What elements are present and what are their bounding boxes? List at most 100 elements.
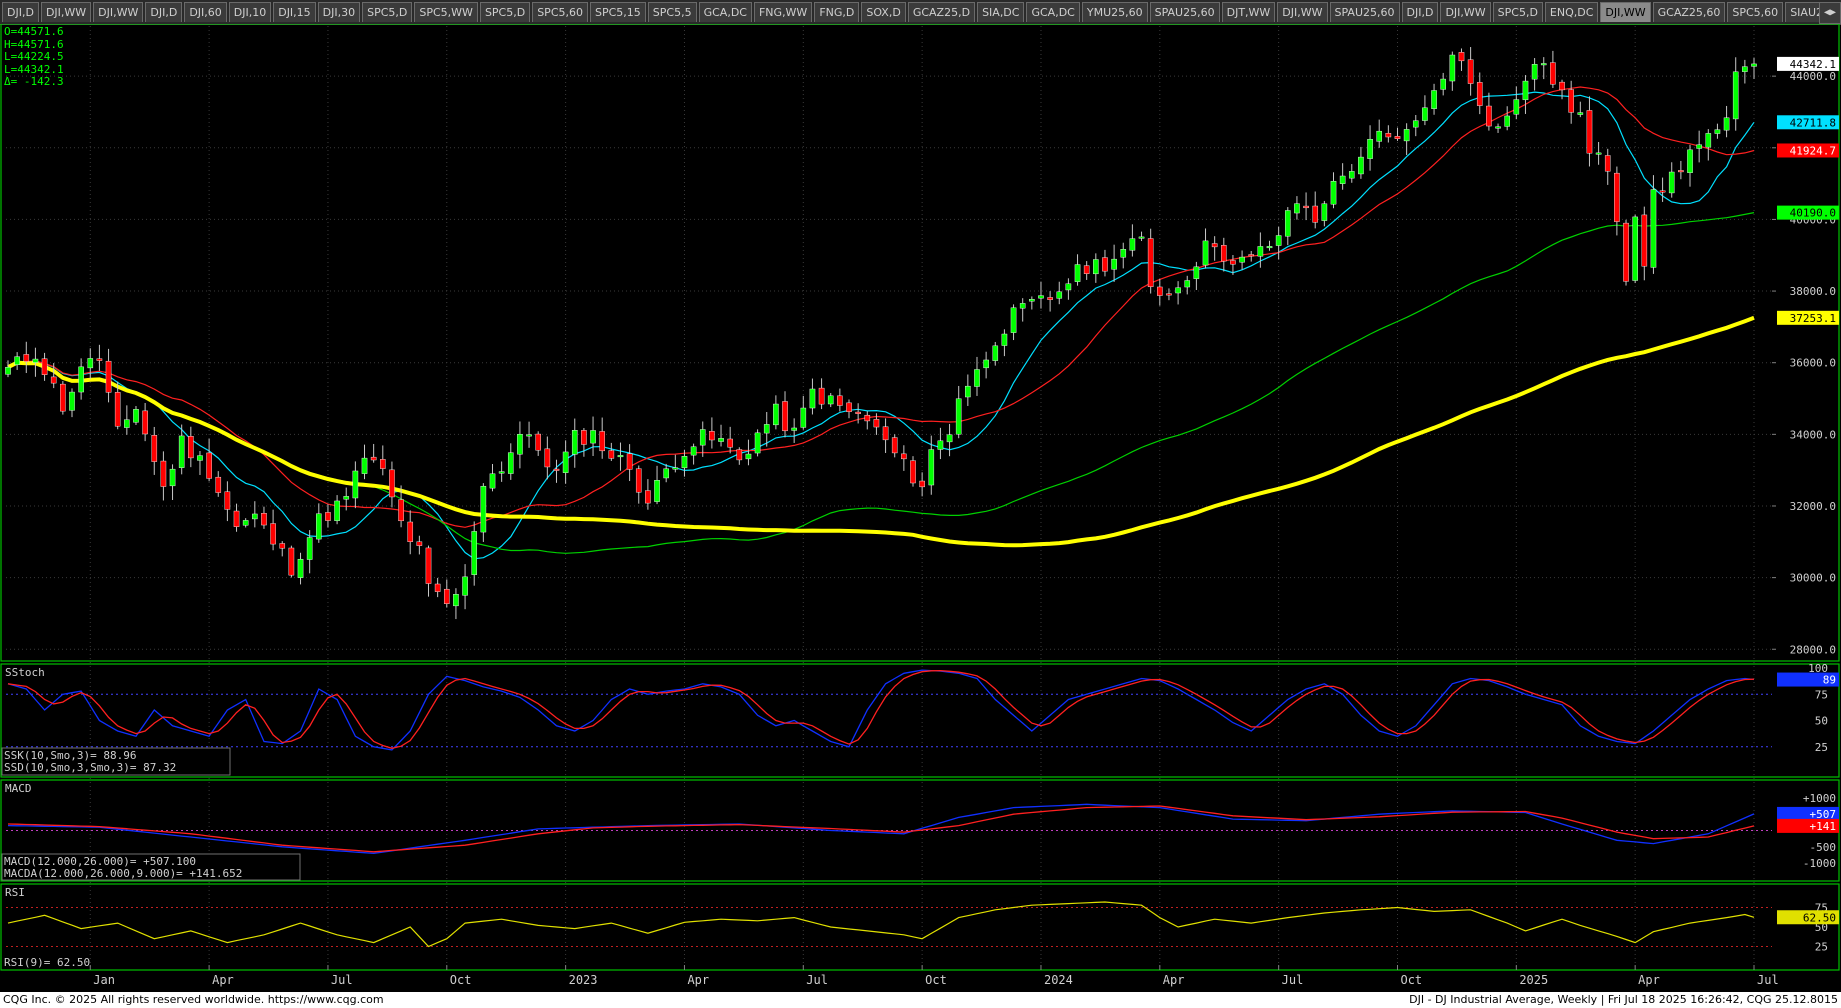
tab-dji-15[interactable]: DJI,15 — [273, 2, 316, 22]
tab-gca-dc[interactable]: GCA,DC — [1026, 2, 1080, 22]
candle-body — [581, 430, 587, 445]
candle-body — [1412, 120, 1419, 128]
tab-dji-ww[interactable]: DJI,WW — [1600, 2, 1651, 22]
candle-body — [1732, 71, 1739, 120]
candle-body — [1083, 265, 1090, 274]
tab-spau25-60[interactable]: SPAU25,60 — [1329, 2, 1400, 22]
candle-body — [800, 407, 807, 428]
candle-body — [1705, 133, 1712, 148]
tab-dji-30[interactable]: DJI,30 — [317, 2, 361, 22]
tab-dji-ww[interactable]: DJI,WW — [40, 2, 92, 22]
candle-body — [1504, 115, 1510, 127]
candle-body — [1376, 130, 1383, 142]
candle-body — [1093, 259, 1099, 275]
candle-body — [462, 576, 468, 596]
candle-body — [1440, 78, 1446, 90]
candle-body — [334, 500, 340, 521]
tab-dji-d[interactable]: DJI,D — [1401, 2, 1439, 22]
candle-body — [1230, 260, 1236, 265]
candle-body — [361, 457, 368, 474]
tab-spc5-ww[interactable]: SPC5,WW — [414, 2, 478, 22]
candle-body — [1659, 190, 1666, 193]
tab-djt-ww[interactable]: DJT,WW — [1221, 2, 1276, 22]
candle-body — [946, 434, 953, 443]
candle-body — [1559, 81, 1565, 91]
tab-dji-d[interactable]: DJI,D — [2, 2, 39, 22]
tab-spc5-60[interactable]: SPC5,60 — [532, 2, 588, 22]
candle-body — [672, 467, 679, 470]
candle-body — [681, 456, 688, 469]
candle-body — [1266, 246, 1273, 249]
candle-body — [1687, 149, 1693, 173]
price-tick-label: 36000.0 — [1790, 357, 1836, 370]
tab-dji-ww[interactable]: DJI,WW — [1440, 2, 1491, 22]
price-tag: 44342.1 — [1790, 58, 1836, 71]
candle-body — [14, 356, 20, 365]
candle-body — [1385, 133, 1392, 138]
candle-body — [1513, 99, 1520, 115]
candle-body — [626, 453, 633, 470]
price-tick-label: 28000.0 — [1790, 643, 1836, 656]
rsi-line — [7, 901, 1755, 948]
candle-body — [1303, 205, 1309, 209]
candle-body — [206, 452, 212, 479]
chart-area[interactable]: 44000.042000.040000.038000.036000.034000… — [0, 24, 1841, 992]
candle-body — [992, 345, 999, 361]
candle-body — [1742, 66, 1748, 72]
tab-dji-d[interactable]: DJI,D — [145, 2, 183, 22]
candle-body — [1166, 293, 1172, 296]
candle-body — [1751, 63, 1757, 67]
tab-enq-dc[interactable]: ENQ,DC — [1544, 2, 1599, 22]
tab-dji-ww[interactable]: DJI,WW — [93, 2, 144, 22]
candle-body — [188, 436, 194, 459]
candle-body — [1019, 303, 1026, 309]
candle-body — [297, 558, 304, 578]
candle-body — [526, 434, 532, 437]
tab-gcaz25-d[interactable]: GCAZ25,D — [907, 2, 976, 22]
tab-gcaz25-60[interactable]: GCAZ25,60 — [1652, 2, 1726, 22]
candle-body — [78, 366, 84, 393]
tab-scroll-arrows-icon[interactable]: ◀▶ — [1819, 2, 1841, 24]
tab-spc5-d[interactable]: SPC5,D — [362, 2, 413, 22]
candle-body — [242, 520, 249, 526]
tab-spc5-15[interactable]: SPC5,15 — [590, 2, 646, 22]
candle-body — [809, 388, 816, 409]
tab-fng-d[interactable]: FNG,D — [814, 2, 860, 22]
tab-sia-dc[interactable]: SIA,DC — [977, 2, 1025, 22]
candle-body — [690, 446, 697, 456]
tab-spau25-60[interactable]: SPAU25,60 — [1149, 2, 1220, 22]
candle-body — [699, 429, 706, 446]
candle-body — [379, 459, 386, 469]
candle-body — [1056, 291, 1063, 299]
tab-dji-10[interactable]: DJI,10 — [228, 2, 272, 22]
candle-body — [169, 468, 176, 487]
macd-tick-label: -1000 — [1803, 857, 1836, 870]
status-footer: CQG Inc. © 2025 All rights reserved worl… — [0, 992, 1841, 1008]
tab-sox-d[interactable]: SOX,D — [861, 2, 906, 22]
copyright-text: CQG Inc. © 2025 All rights reserved worl… — [3, 993, 384, 1006]
price-tag: 41924.7 — [1790, 144, 1836, 157]
indicator-lines — [7, 669, 1755, 948]
panel-frame — [0, 883, 1840, 971]
candle-body — [1623, 222, 1629, 282]
candle-body — [1029, 299, 1035, 302]
tab-fng-ww[interactable]: FNG,WW — [753, 2, 813, 22]
tab-ymu25-60[interactable]: YMU25,60 — [1081, 2, 1148, 22]
tab-dji-60[interactable]: DJI,60 — [184, 2, 227, 22]
tab-spc5-60[interactable]: SPC5,60 — [1727, 2, 1784, 22]
candle-body — [1431, 90, 1437, 109]
price-tag: 42711.8 — [1790, 116, 1836, 129]
candle-body — [901, 453, 907, 460]
macd-tick-label: +1000 — [1803, 792, 1836, 805]
tab-spc5-d[interactable]: SPC5,D — [1492, 2, 1543, 22]
tab-gca-dc[interactable]: GCA,DC — [698, 2, 752, 22]
candle-body — [965, 385, 971, 398]
rsi-tag: 62.50 — [1803, 911, 1836, 924]
candle-body — [1714, 129, 1721, 134]
stoch-k-line — [7, 669, 1755, 751]
tab-dji-ww[interactable]: DJI,WW — [1277, 2, 1328, 22]
tab-spc5-5[interactable]: SPC5,5 — [647, 2, 697, 22]
time-tick-label: Jul — [1757, 973, 1779, 987]
time-tick-label: Jul — [806, 973, 828, 987]
tab-spc5-d[interactable]: SPC5,D — [479, 2, 531, 22]
